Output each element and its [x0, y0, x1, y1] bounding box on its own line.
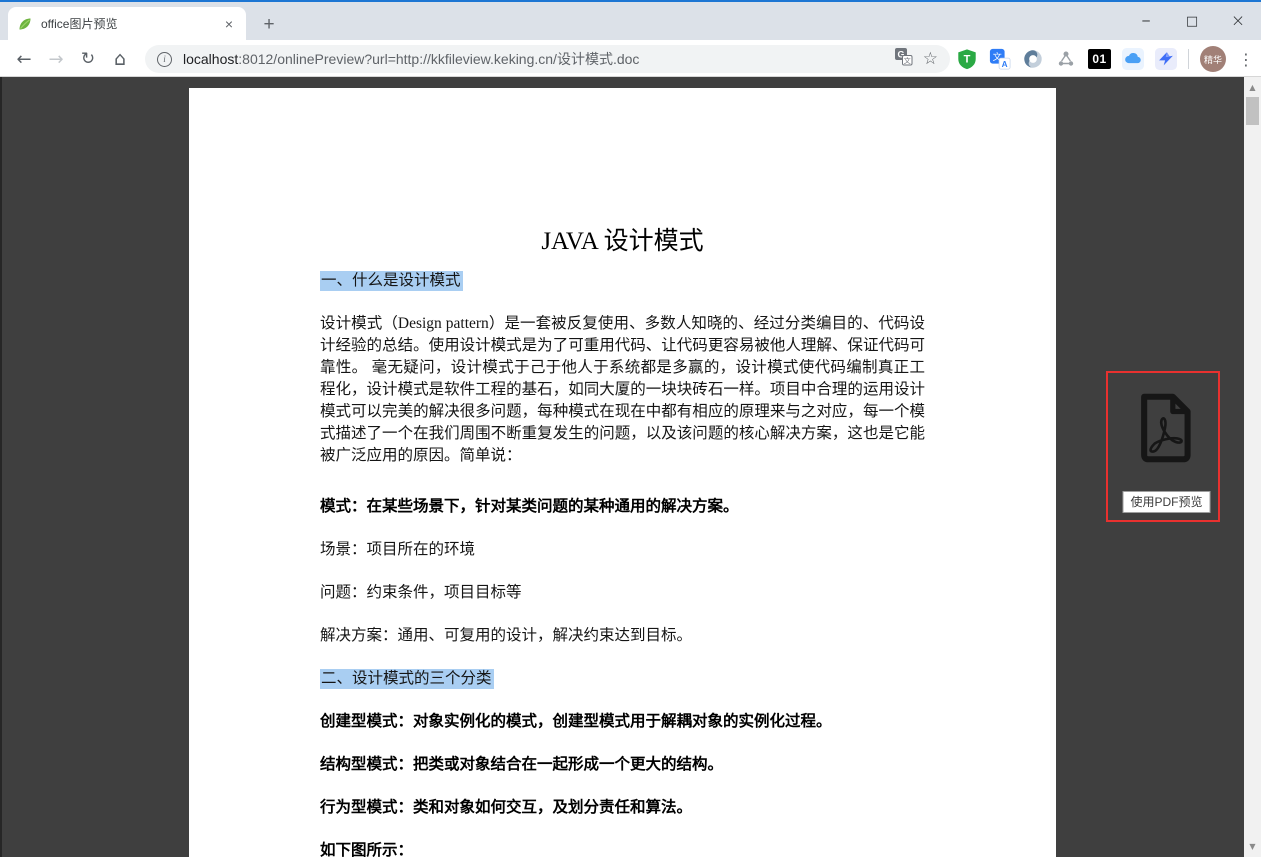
- cloud-extension-icon[interactable]: [1122, 48, 1144, 70]
- minimize-button[interactable]: ─: [1123, 2, 1169, 40]
- scrollbar-down-icon[interactable]: ▼: [1244, 838, 1261, 855]
- pdf-preview-tooltip: 使用PDF预览: [1123, 491, 1211, 513]
- scrollbar-thumb[interactable]: [1246, 97, 1259, 125]
- home-button[interactable]: ⌂: [105, 44, 135, 74]
- doc-paragraph: 设计模式（Design pattern）是一套被反复使用、多数人知晓的、经过分类…: [320, 313, 925, 467]
- doc-title: JAVA 设计模式: [320, 226, 925, 258]
- doc-line: 场景：项目所在的环境: [320, 539, 925, 561]
- svg-text:文: 文: [903, 56, 910, 65]
- bookmark-star-icon[interactable]: ☆: [923, 49, 938, 69]
- doc-heading: 一、什么是设计模式: [320, 270, 925, 292]
- forward-button: →: [41, 44, 71, 74]
- pdf-file-icon: [1132, 388, 1198, 468]
- doc-line: 问题：约束条件，项目目标等: [320, 582, 925, 604]
- svg-text:T: T: [964, 54, 971, 66]
- address-bar[interactable]: i localhost:8012/onlinePreview?url=http:…: [145, 45, 950, 73]
- doc-line-bold: 行为型模式：类和对象如何交互，及划分责任和算法。: [320, 797, 925, 819]
- new-tab-button[interactable]: +: [256, 12, 282, 38]
- doc-line-bold: 如下图所示：: [320, 840, 925, 857]
- svg-text:A: A: [1002, 60, 1008, 69]
- document-page: JAVA 设计模式 一、什么是设计模式 设计模式（Design pattern）…: [189, 88, 1056, 857]
- tab-title: office图片预览: [41, 15, 221, 32]
- back-button[interactable]: ←: [9, 44, 39, 74]
- browser-toolbar: ← → ↻ ⌂ i localhost:8012/onlinePreview?u…: [0, 40, 1261, 77]
- doc-line-bold: 模式：在某些场景下，针对某类问题的某种通用的解决方案。: [320, 496, 925, 518]
- browser-menu-icon[interactable]: ⋮: [1237, 50, 1255, 69]
- window-top-border: [0, 0, 1261, 2]
- swirl-ring-extension-icon[interactable]: [1022, 48, 1044, 70]
- url-host: localhost: [183, 51, 238, 67]
- site-info-icon[interactable]: i: [157, 52, 172, 67]
- bird-extension-icon[interactable]: [1155, 48, 1177, 70]
- page-scrollbar[interactable]: ▲ ▼: [1244, 77, 1261, 857]
- window-controls: ─ □ ×: [1123, 2, 1261, 40]
- translate-page-icon[interactable]: G 文: [894, 47, 913, 71]
- tab-close-icon[interactable]: ×: [221, 16, 237, 32]
- url-text[interactable]: localhost:8012/onlinePreview?url=http://…: [183, 49, 884, 69]
- sitemap-extension-icon[interactable]: [1055, 48, 1077, 70]
- profile-avatar[interactable]: 精华: [1200, 46, 1226, 72]
- reload-button[interactable]: ↻: [73, 44, 103, 74]
- browser-tab[interactable]: office图片预览 ×: [8, 7, 246, 40]
- window-close-button[interactable]: ×: [1215, 2, 1261, 40]
- 01-badge-extension-icon[interactable]: 01: [1088, 49, 1111, 69]
- doc-line: 解决方案：通用、可复用的设计，解决约束达到目标。: [320, 625, 925, 647]
- window-left-border: [0, 77, 2, 857]
- url-path: :8012/onlinePreview?url=http://kkfilevie…: [238, 51, 639, 67]
- pdf-preview-button[interactable]: 使用PDF预览: [1106, 371, 1220, 522]
- scrollbar-up-icon[interactable]: ▲: [1244, 79, 1261, 96]
- spring-leaf-favicon: [17, 16, 33, 32]
- window-titlebar: office图片预览 × + ─ □ ×: [0, 2, 1261, 40]
- extensions-row: T 文 A 01: [956, 45, 1255, 73]
- toolbar-separator: [1188, 49, 1189, 69]
- shield-extension-icon[interactable]: T: [956, 48, 978, 70]
- doc-line-bold: 结构型模式：把类或对象结合在一起形成一个更大的结构。: [320, 754, 925, 776]
- doc-line-bold: 创建型模式：对象实例化的模式，创建型模式用于解耦对象的实例化过程。: [320, 711, 925, 733]
- doc-heading: 二、设计模式的三个分类: [320, 668, 925, 690]
- maximize-button[interactable]: □: [1169, 2, 1215, 40]
- viewer-canvas: JAVA 设计模式 一、什么是设计模式 设计模式（Design pattern）…: [0, 77, 1261, 857]
- translate-extension-icon[interactable]: 文 A: [989, 48, 1011, 70]
